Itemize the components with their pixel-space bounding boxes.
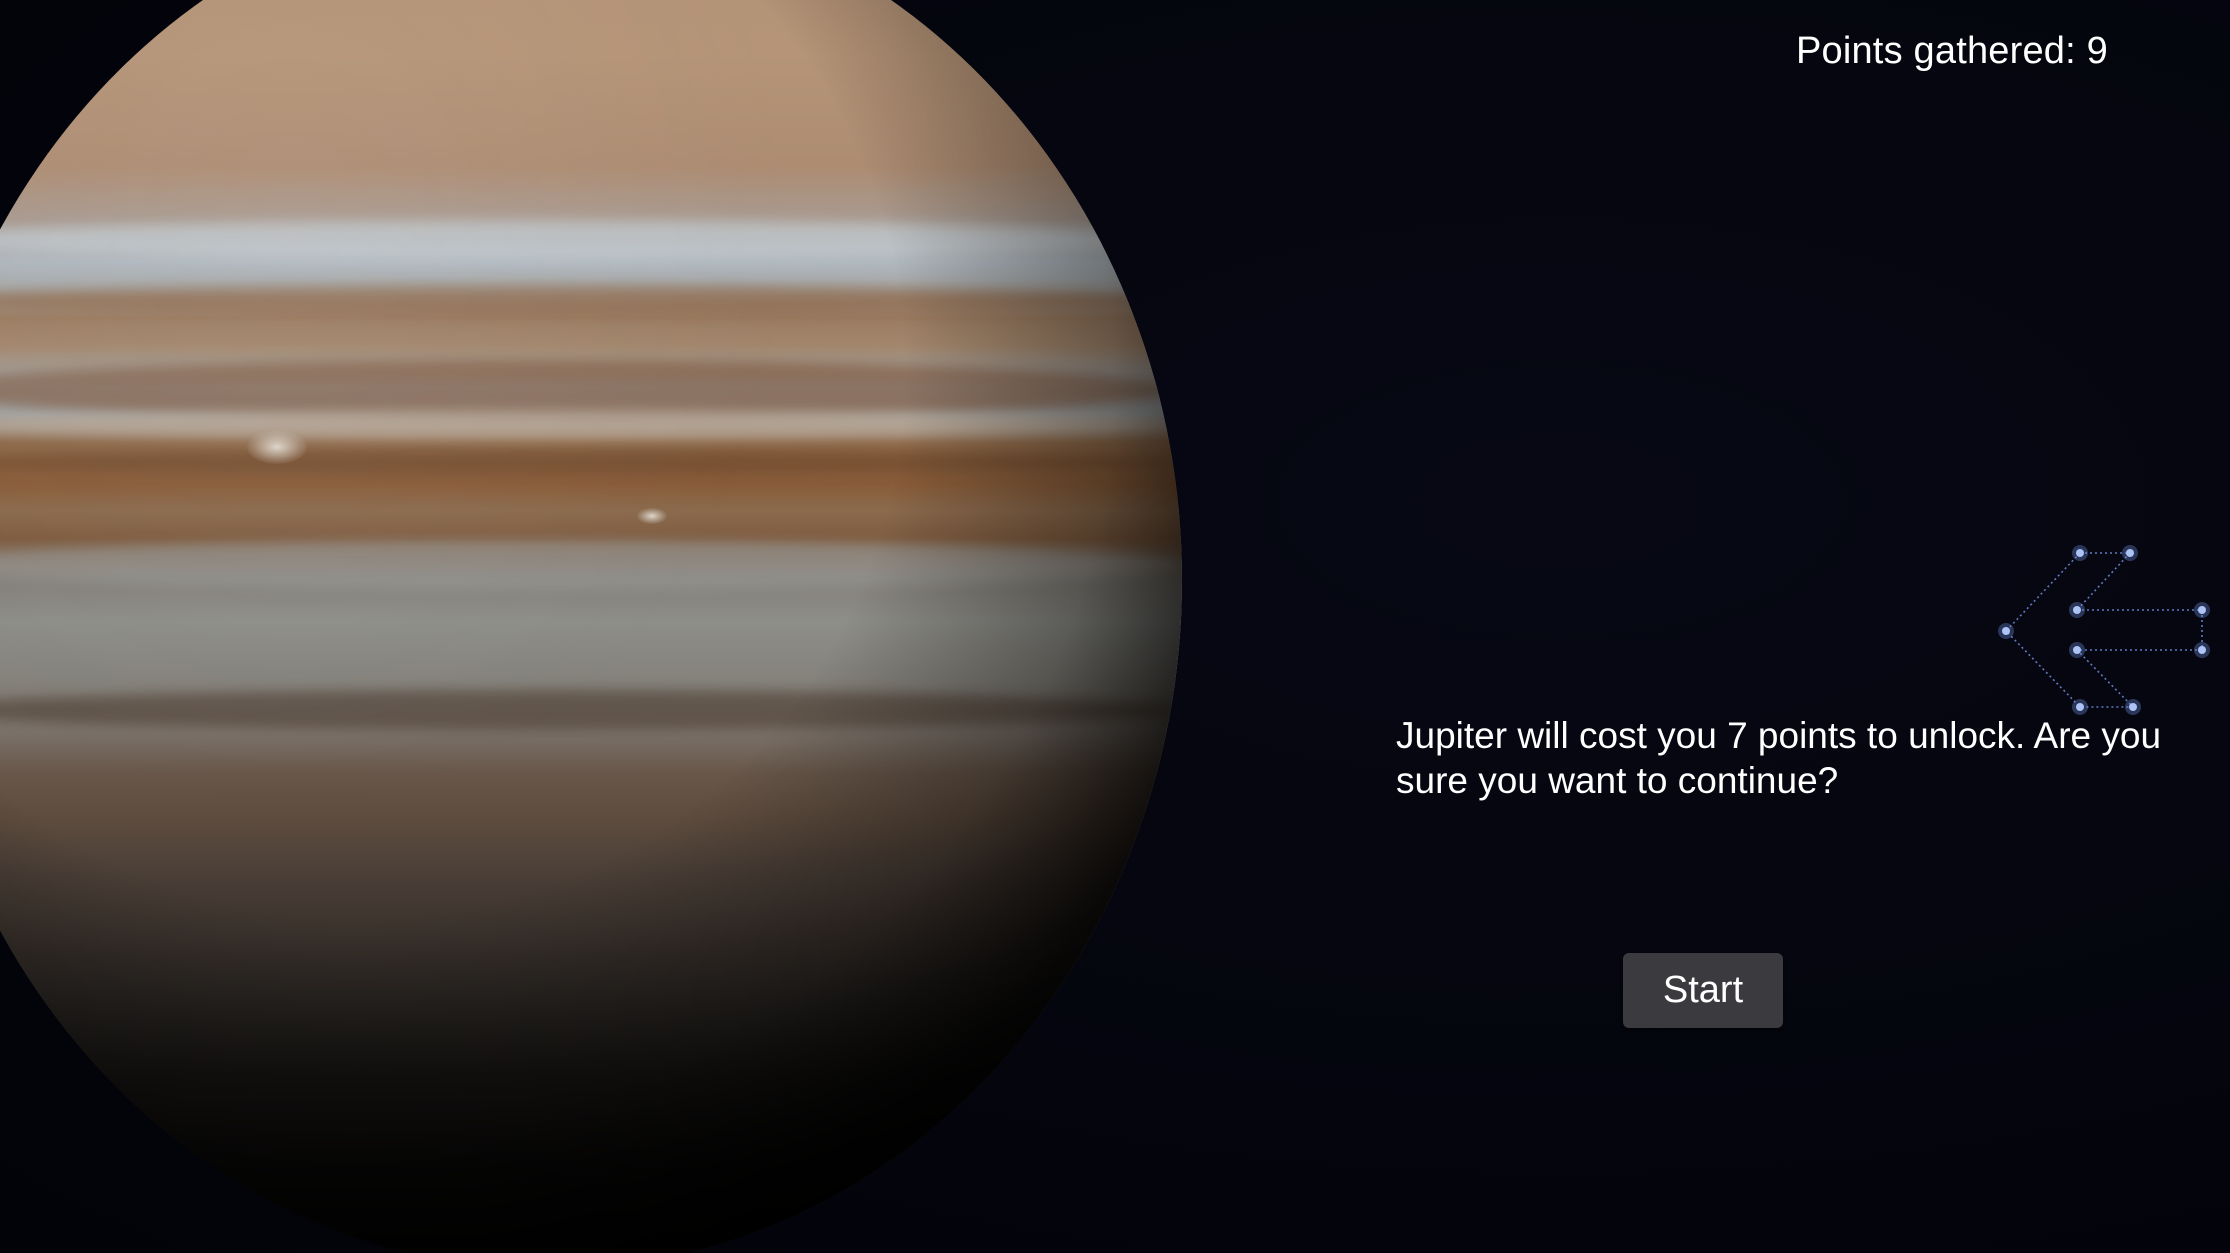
constellation-arrow-left-icon[interactable] [1990,540,2220,720]
start-button[interactable]: Start [1623,953,1783,1028]
points-counter: Points gathered: 9 [1795,30,2108,72]
jupiter-planet [0,0,1182,1253]
unlock-message: Jupiter will cost you 7 points to unlock… [1396,715,2162,801]
game-scene: Points gathered: 9 Jupiter will cost you… [0,0,2230,1253]
